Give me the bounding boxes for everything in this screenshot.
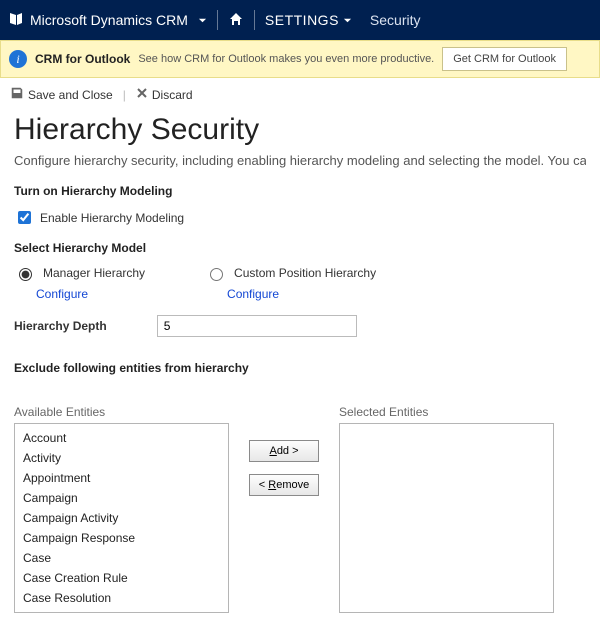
global-nav: Microsoft Dynamics CRM SETTINGS Security [0, 0, 600, 40]
save-and-close-label: Save and Close [28, 88, 113, 102]
section-select-model: Select Hierarchy Model [14, 241, 586, 255]
configure-custom-link[interactable]: Configure [227, 287, 279, 301]
page-intro: Configure hierarchy security, including … [14, 153, 586, 168]
list-item[interactable]: Case [15, 548, 228, 568]
divider [254, 10, 255, 30]
selected-entities-listbox[interactable] [339, 423, 554, 613]
list-item[interactable]: Activity [15, 448, 228, 468]
outlook-notice: i CRM for Outlook See how CRM for Outloo… [0, 40, 600, 78]
notice-title: CRM for Outlook [35, 52, 130, 66]
save-icon [10, 86, 24, 103]
save-and-close-button[interactable]: Save and Close [10, 86, 113, 103]
page-body: Hierarchy Security Configure hierarchy s… [0, 113, 600, 633]
home-icon[interactable] [228, 11, 244, 30]
section-exclude: Exclude following entities from hierarch… [14, 361, 586, 375]
page-title: Hierarchy Security [14, 113, 586, 147]
product-name: Microsoft Dynamics CRM [30, 12, 188, 28]
area-label: SETTINGS [265, 12, 339, 28]
close-icon [136, 87, 148, 102]
remove-button[interactable]: < Remove [249, 474, 319, 496]
dynamics-logo-icon [8, 11, 24, 30]
get-outlook-button[interactable]: Get CRM for Outlook [442, 47, 567, 71]
radio-manager-hierarchy[interactable]: Manager Hierarchy [14, 265, 145, 281]
enable-hierarchy-label: Enable Hierarchy Modeling [40, 211, 184, 225]
available-entities-label: Available Entities [14, 405, 229, 419]
divider [217, 10, 218, 30]
list-item[interactable]: Case Resolution [15, 588, 228, 608]
list-item[interactable]: Campaign [15, 488, 228, 508]
chevron-down-icon [343, 12, 352, 28]
list-item[interactable]: Campaign Activity [15, 508, 228, 528]
area-switcher[interactable]: SETTINGS [265, 12, 352, 28]
form-toolbar: Save and Close | Discard [0, 78, 600, 111]
product-switcher[interactable]: Microsoft Dynamics CRM [8, 11, 207, 30]
breadcrumb[interactable]: Security [370, 12, 421, 28]
selected-entities-label: Selected Entities [339, 405, 586, 419]
chevron-down-icon [198, 12, 207, 28]
hierarchy-depth-input[interactable] [157, 315, 357, 337]
radio-custom-hierarchy[interactable]: Custom Position Hierarchy [205, 265, 376, 281]
list-item[interactable]: Appointment [15, 468, 228, 488]
info-icon: i [9, 50, 27, 68]
list-item[interactable]: Campaign Response [15, 528, 228, 548]
enable-hierarchy-checkbox[interactable] [18, 211, 31, 224]
list-item[interactable]: Case Creation Rule [15, 568, 228, 588]
section-turn-on: Turn on Hierarchy Modeling [14, 184, 586, 198]
radio-manager-label: Manager Hierarchy [43, 266, 145, 280]
notice-message: See how CRM for Outlook makes you even m… [138, 53, 434, 65]
available-entities-listbox[interactable]: AccountActivityAppointmentCampaignCampai… [14, 423, 229, 613]
list-item[interactable]: Account [15, 428, 228, 448]
discard-button[interactable]: Discard [136, 87, 193, 102]
configure-manager-link[interactable]: Configure [36, 287, 88, 301]
separator: | [123, 88, 126, 102]
discard-label: Discard [152, 88, 193, 102]
add-button[interactable]: Add > [249, 440, 319, 462]
radio-manager-input[interactable] [19, 268, 32, 281]
hierarchy-depth-label: Hierarchy Depth [14, 319, 107, 333]
radio-custom-input[interactable] [210, 268, 223, 281]
radio-custom-label: Custom Position Hierarchy [234, 266, 376, 280]
